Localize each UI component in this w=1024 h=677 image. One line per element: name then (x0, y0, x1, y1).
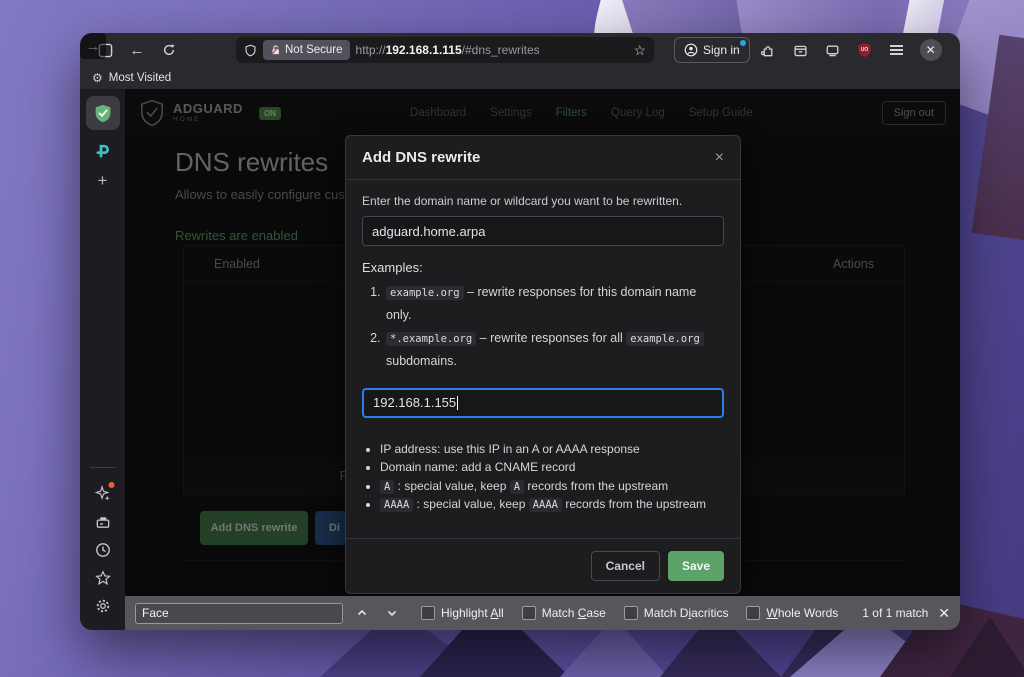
example-item: *.example.org – rewrite responses for al… (384, 327, 724, 373)
find-input[interactable]: Face (135, 603, 343, 624)
broken-lock-icon (270, 44, 281, 56)
save-button[interactable]: Save (668, 551, 724, 581)
reload-button[interactable] (156, 37, 182, 63)
examples-heading: Examples: (362, 260, 724, 275)
adguard-app-viewport: ADGUARD HOME ON Dashboard Settings Filte… (125, 89, 960, 596)
bookmarks-icon[interactable] (95, 570, 111, 586)
match-diacritics-checkbox[interactable]: Match Diacritics (624, 606, 729, 620)
note-item: IP address: use this IP in an A or AAAA … (380, 440, 724, 459)
match-case-checkbox[interactable]: Match Case (522, 606, 606, 620)
ai-chatbot-icon[interactable] (94, 485, 111, 502)
notification-dot (108, 482, 114, 488)
highlight-all-checkbox[interactable]: Highlight All (421, 606, 504, 620)
extensions-icon[interactable] (756, 37, 782, 63)
text-cursor (457, 396, 458, 410)
note-item: AAAA : special value, keep AAAA records … (380, 495, 724, 514)
tracking-shield-icon[interactable] (244, 44, 257, 57)
checkbox[interactable] (522, 606, 536, 620)
browser-toolbar: ← → Not Secure http://192.168.1.115/#dns… (80, 33, 960, 67)
signin-notification-dot (740, 40, 746, 46)
domain-field-label: Enter the domain name or wildcard you wa… (362, 194, 724, 208)
most-visited-gear-icon: ⚙ (92, 71, 103, 85)
findbar: Face Highlight All Match Case Matc (125, 596, 960, 630)
checkbox[interactable] (421, 606, 435, 620)
security-label: Not Secure (285, 44, 343, 56)
adguard-favicon (94, 104, 112, 123)
tab-adguard-active[interactable] (86, 96, 120, 130)
forward-button[interactable]: → (80, 33, 106, 59)
firefox-window: ← → Not Secure http://192.168.1.115/#dns… (80, 33, 960, 630)
find-next-icon[interactable] (381, 603, 403, 623)
examples-list: example.org – rewrite responses for this… (384, 281, 724, 374)
cancel-button[interactable]: Cancel (591, 551, 660, 581)
window-close-button[interactable]: ✕ (920, 39, 942, 61)
match-count: 1 of 1 match (862, 606, 928, 620)
back-button[interactable]: ← (124, 37, 150, 63)
synced-tabs-icon[interactable] (94, 514, 111, 531)
add-dns-rewrite-modal: Add DNS rewrite × Enter the domain name … (345, 135, 741, 594)
history-icon[interactable] (95, 542, 111, 558)
modal-header: Add DNS rewrite × (346, 136, 740, 180)
devices-icon[interactable] (820, 37, 846, 63)
bookmarks-bar: ⚙ Most Visited (80, 67, 960, 89)
whole-words-checkbox[interactable]: Whole Words (746, 606, 838, 620)
signin-label: Sign in (703, 43, 740, 57)
ublock-badge-letters: UO (861, 47, 869, 53)
example-item: example.org – rewrite responses for this… (384, 281, 724, 327)
not-secure-chip[interactable]: Not Secure (263, 40, 350, 60)
notes-list: IP address: use this IP in an A or AAAA … (380, 440, 724, 514)
vertical-tabs-sidebar: + (80, 89, 125, 630)
checkbox[interactable] (746, 606, 760, 620)
most-visited-folder[interactable]: Most Visited (109, 72, 171, 84)
domain-input[interactable]: adguard.home.arpa (362, 216, 724, 246)
modal-body: Enter the domain name or wildcard you wa… (346, 180, 740, 530)
url-bar[interactable]: Not Secure http://192.168.1.115/#dns_rew… (236, 37, 654, 63)
find-previous-icon[interactable] (351, 603, 373, 623)
tab-secondary[interactable] (94, 141, 112, 159)
account-icon (684, 43, 698, 57)
answer-input[interactable]: 192.168.1.155 (362, 388, 724, 418)
note-item: Domain name: add a CNAME record (380, 458, 724, 477)
new-tab-button[interactable]: + (98, 171, 108, 191)
url-text[interactable]: http://192.168.1.115/#dns_rewrites (356, 43, 628, 57)
checkbox[interactable] (624, 606, 638, 620)
sidebar-divider (90, 467, 116, 468)
ublock-origin-icon[interactable]: UO (852, 37, 878, 63)
modal-title: Add DNS rewrite (362, 149, 480, 166)
findbar-close-icon[interactable]: ✕ (938, 605, 950, 622)
modal-close-icon[interactable]: × (715, 150, 724, 166)
teal-p-favicon (94, 141, 112, 159)
library-icon[interactable] (788, 37, 814, 63)
modal-footer: Cancel Save (346, 538, 740, 593)
signin-button[interactable]: Sign in (674, 37, 750, 63)
menu-icon[interactable] (884, 37, 910, 63)
bookmark-star-icon[interactable]: ☆ (633, 42, 646, 59)
settings-gear-icon[interactable] (95, 598, 111, 614)
note-item: A : special value, keep A records from t… (380, 477, 724, 496)
